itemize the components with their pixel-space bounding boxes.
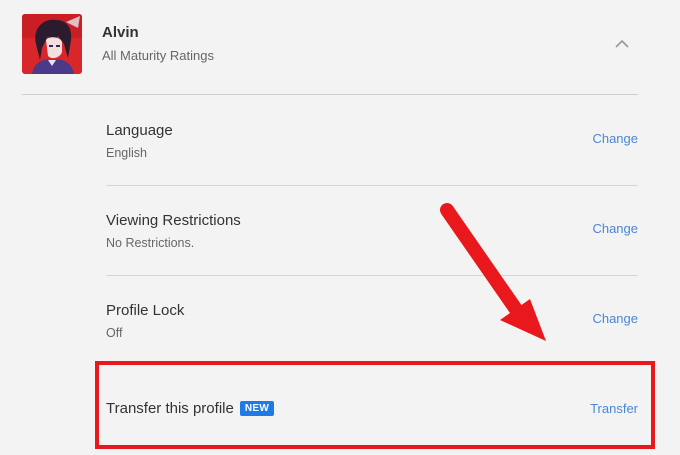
profile-name: Alvin [102, 24, 139, 41]
change-language-link[interactable]: Change [592, 131, 638, 146]
divider [106, 185, 638, 186]
viewing-restrictions-value: No Restrictions. [106, 236, 195, 250]
language-value: English [106, 146, 147, 160]
maturity-rating: All Maturity Ratings [102, 48, 214, 63]
chevron-up-icon[interactable] [612, 34, 632, 54]
avatar[interactable] [22, 14, 82, 74]
profile-lock-value: Off [106, 326, 123, 340]
viewing-restrictions-title: Viewing Restrictions [106, 212, 241, 229]
anime-avatar-icon [22, 14, 82, 74]
change-profile-lock-link[interactable]: Change [592, 311, 638, 326]
profile-lock-title: Profile Lock [106, 302, 185, 319]
divider [22, 94, 638, 95]
language-title: Language [106, 122, 173, 139]
highlight-box [95, 361, 655, 449]
divider [106, 275, 638, 276]
profile-settings-panel: Alvin All Maturity Ratings Language Engl… [0, 0, 680, 455]
change-viewing-restrictions-link[interactable]: Change [592, 221, 638, 236]
